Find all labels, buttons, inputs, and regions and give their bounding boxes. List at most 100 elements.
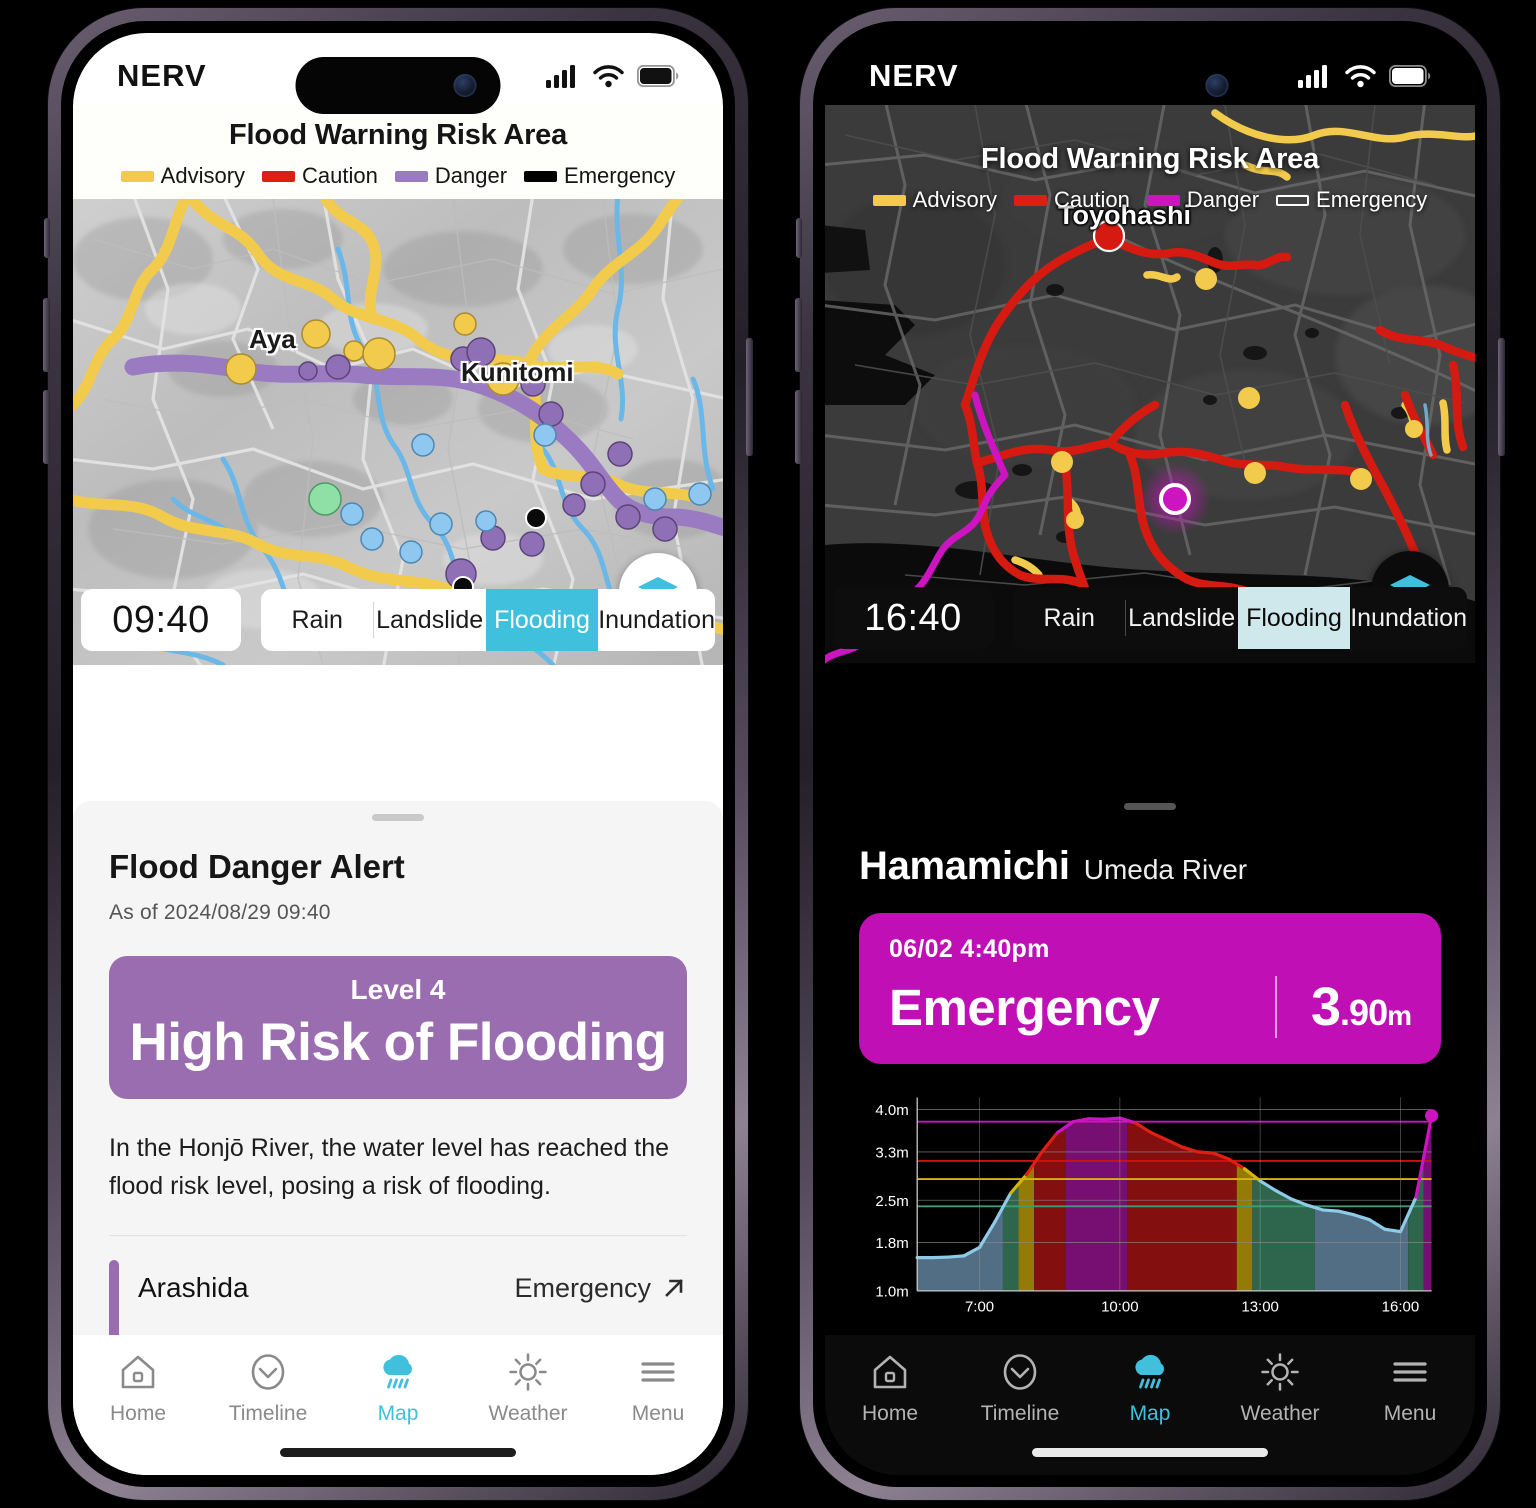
map-hazard-tabs-right: Rain Landslide Flooding Inundation — [1013, 587, 1467, 649]
map-legend-left: Advisory Caution Danger Emergency — [73, 163, 723, 189]
legend-item-danger: Danger — [394, 163, 507, 189]
alert-timestamp: As of 2024/08/29 09:40 — [109, 901, 331, 924]
svg-text:1.8m: 1.8m — [875, 1235, 908, 1252]
tab-timeline-right[interactable]: Timeline — [955, 1351, 1085, 1426]
tab-home-right[interactable]: Home — [825, 1351, 955, 1426]
tab-label-timeline-right: Timeline — [980, 1402, 1060, 1425]
page-title-right: Flood Warning Risk Area — [980, 143, 1320, 175]
phone-bezel-left: NERV Flood Warning Risk Area Advisory Ca… — [61, 21, 735, 1487]
hazard-tab-inundation-right[interactable]: Inundation — [1350, 587, 1467, 649]
hazard-tab-flooding-right[interactable]: Flooding — [1237, 587, 1351, 649]
front-camera-icon-right — [1205, 74, 1229, 97]
water-level-unit: m — [1387, 1000, 1412, 1031]
hazard-tab-flooding[interactable]: Flooding — [485, 589, 599, 651]
tab-menu-right[interactable]: Menu — [1345, 1351, 1475, 1426]
river-list-item[interactable]: Arashida Emergency — [109, 1260, 687, 1340]
status-bar-right: NERV — [825, 33, 1475, 105]
river-status: Emergency — [514, 1273, 687, 1304]
legend-swatch-danger — [1146, 194, 1180, 206]
volume-up-button-right[interactable] — [795, 298, 802, 372]
legend-item-caution: Caution — [262, 163, 378, 189]
home-indicator-right[interactable] — [1032, 1448, 1268, 1457]
tab-label-menu: Menu — [631, 1402, 685, 1425]
risk-level-card: Level 4 High Risk of Flooding — [109, 956, 687, 1099]
battery-icon — [637, 65, 679, 87]
sun-icon — [1261, 1353, 1299, 1391]
silent-switch-right[interactable] — [796, 218, 802, 258]
tab-weather[interactable]: Weather — [463, 1351, 593, 1426]
legend-swatch-caution — [1014, 194, 1048, 206]
power-button[interactable] — [746, 338, 753, 456]
hazard-tab-rain-right[interactable]: Rain — [1013, 587, 1125, 649]
tab-map[interactable]: Map — [333, 1351, 463, 1426]
legend-label-emergency: Emergency — [1316, 187, 1428, 212]
map-header-right: Flood Warning Risk Area Advisory Caution… — [825, 129, 1475, 223]
alert-title: Flood Danger Alert — [109, 848, 405, 885]
river-status-bar — [109, 1260, 119, 1340]
legend-label-emergency: Emergency — [564, 163, 676, 188]
app-brand-right: NERV — [869, 58, 959, 93]
sheet-divider — [109, 1235, 687, 1236]
front-camera-icon — [453, 74, 477, 97]
map-canvas-left[interactable]: Aya Kunitomi 09:40 Rain Landslide Floodi… — [73, 199, 723, 665]
sun-icon — [509, 1353, 547, 1391]
card-vertical-divider — [1275, 976, 1277, 1038]
river-status-label: Emergency — [514, 1272, 651, 1303]
emergency-status-label: Emergency — [889, 978, 1160, 1036]
volume-up-button[interactable] — [43, 298, 50, 372]
dynamic-island-left — [295, 57, 501, 114]
tab-label-weather-right: Weather — [1240, 1402, 1320, 1425]
water-level-chart[interactable]: 4.0m 3.3m 2.5m 1.8m 1.0m 7:00 10:00 13:00 16:00 — [859, 1090, 1441, 1325]
tab-label-timeline: Timeline — [228, 1402, 308, 1425]
tab-label-menu-right: Menu — [1383, 1402, 1437, 1425]
water-level-decimal: .90 — [1340, 992, 1388, 1033]
bottom-tab-bar-right: Home Timeline Map Weather Menu — [825, 1335, 1475, 1475]
legend-label-caution: Caution — [1054, 187, 1130, 212]
sheet-grabber-handle[interactable] — [372, 814, 424, 821]
legend-item-danger: Danger — [1146, 187, 1259, 213]
map-time-chip-left[interactable]: 09:40 — [81, 589, 241, 651]
bottom-tab-bar-left: Home Timeline Map Weather Menu — [73, 1335, 723, 1475]
tab-timeline[interactable]: Timeline — [203, 1351, 333, 1426]
map-time-chip-right[interactable]: 16:40 — [833, 587, 993, 649]
water-level-chart-svg: 4.0m 3.3m 2.5m 1.8m 1.0m 7:00 10:00 13:00 16:00 — [875, 1097, 1439, 1316]
tab-label-weather: Weather — [488, 1402, 568, 1425]
legend-label-advisory: Advisory — [912, 187, 998, 212]
hazard-tab-landslide-right[interactable]: Landslide — [1125, 587, 1237, 649]
home-indicator-left[interactable] — [280, 1448, 516, 1457]
risk-level-headline: High Risk of Flooding — [129, 1013, 667, 1072]
station-header: Hamamichi Umeda River — [859, 844, 1441, 889]
cellular-signal-icon — [1298, 65, 1327, 88]
map-controls-row-left: 09:40 Rain Landslide Flooding Inundation — [73, 589, 723, 665]
legend-swatch-emergency — [524, 170, 558, 182]
tab-map-right[interactable]: Map — [1085, 1351, 1215, 1426]
tab-home[interactable]: Home — [73, 1351, 203, 1426]
sheet-grabber-handle-right[interactable] — [1124, 803, 1176, 810]
tab-weather-right[interactable]: Weather — [1215, 1351, 1345, 1426]
svg-text:7:00: 7:00 — [965, 1299, 994, 1316]
legend-swatch-caution — [262, 170, 296, 182]
tab-label-home-right: Home — [861, 1402, 919, 1425]
hamburger-menu-icon — [1393, 1362, 1427, 1382]
legend-swatch-advisory — [120, 170, 154, 182]
svg-text:3.3m: 3.3m — [875, 1145, 908, 1162]
legend-item-emergency: Emergency — [1276, 187, 1427, 213]
map-header-left: Flood Warning Risk Area Advisory Caution… — [73, 105, 723, 199]
volume-down-button-right[interactable] — [795, 390, 802, 464]
arrow-up-right-icon — [665, 1279, 683, 1297]
page-title: Flood Warning Risk Area — [228, 119, 568, 151]
svg-text:1.0m: 1.0m — [875, 1284, 908, 1301]
hazard-tab-rain[interactable]: Rain — [261, 589, 373, 651]
home-icon — [121, 1355, 155, 1389]
volume-down-button[interactable] — [43, 390, 50, 464]
tab-label-map-right: Map — [1129, 1402, 1171, 1425]
legend-swatch-danger — [394, 170, 428, 182]
tab-menu[interactable]: Menu — [593, 1351, 723, 1426]
screenshot-stage: NERV Flood Warning Risk Area Advisory Ca… — [0, 0, 1536, 1508]
silent-switch[interactable] — [44, 218, 50, 258]
hazard-tab-inundation[interactable]: Inundation — [598, 589, 715, 651]
hazard-tab-landslide[interactable]: Landslide — [373, 589, 485, 651]
station-name: Hamamichi — [859, 844, 1070, 888]
water-level-integer: 3 — [1311, 977, 1341, 1037]
power-button-right[interactable] — [1498, 338, 1505, 456]
